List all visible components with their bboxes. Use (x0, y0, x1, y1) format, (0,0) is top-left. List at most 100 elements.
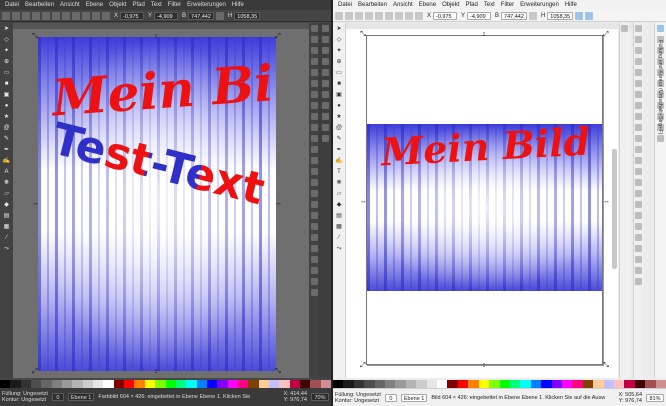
select-all-icon[interactable] (2, 11, 10, 20)
menu-hilfe[interactable]: Hilfe (562, 0, 580, 10)
palette-swatch[interactable] (541, 380, 552, 388)
raise-to-top-icon[interactable] (405, 11, 413, 20)
spray-tool-icon[interactable]: ❋ (2, 179, 11, 187)
print-icon[interactable] (635, 58, 642, 65)
palette-swatch[interactable] (258, 380, 269, 388)
snap-toggle-icon[interactable] (321, 25, 329, 32)
width-field[interactable]: 747,442 (501, 11, 527, 20)
palette-swatch[interactable] (248, 380, 259, 388)
opacity-field[interactable]: 0 (51, 393, 64, 401)
zoom-field[interactable]: 81% (646, 393, 664, 402)
print-icon[interactable] (310, 58, 318, 65)
rectangle-tool-icon[interactable]: ■ (335, 80, 344, 88)
rotate-cw-icon[interactable] (375, 11, 383, 20)
flip-vertical-icon[interactable] (395, 11, 403, 20)
menu-erweiterungen[interactable]: Erweiterungen (184, 0, 229, 10)
lower-icon[interactable] (92, 11, 100, 20)
palette-swatch[interactable] (279, 380, 290, 388)
x-field[interactable]: -0,975 (433, 11, 458, 20)
x-field[interactable]: -0,975 (120, 11, 145, 20)
save-icon[interactable] (310, 47, 318, 54)
align-icon[interactable] (635, 267, 642, 274)
menu-bearbeiten[interactable]: Bearbeiten (355, 0, 390, 10)
layer-selector[interactable]: Ebene 1 (400, 393, 428, 402)
palette-swatch[interactable] (51, 380, 63, 388)
unlink-clone-icon[interactable] (310, 201, 318, 208)
resize-handle-sw[interactable]: ⤢ (32, 368, 38, 375)
copy-icon[interactable] (635, 113, 642, 120)
resize-handle-se[interactable]: ⤡ (275, 368, 281, 375)
menu-ebene[interactable]: Ebene (416, 0, 439, 10)
resize-handle-s[interactable]: ↕ (481, 362, 487, 369)
gradient-tool-icon[interactable]: ▤ (335, 212, 344, 220)
resize-handle-nw[interactable]: ⤡ (32, 33, 38, 40)
zoom-drawing-icon[interactable] (310, 157, 318, 164)
palette-swatch[interactable] (499, 380, 510, 388)
palette-swatch[interactable] (572, 380, 583, 388)
palette-swatch[interactable] (624, 380, 635, 388)
raise-to-top-icon[interactable] (72, 11, 80, 20)
palette-swatch[interactable] (520, 380, 531, 388)
width-field[interactable]: 747,442 (188, 11, 214, 20)
fill-stroke-icon[interactable] (310, 234, 318, 241)
menu-ebene[interactable]: Ebene (83, 0, 106, 10)
zoom-drawing-icon[interactable] (635, 157, 642, 164)
snap-intersections-icon[interactable] (321, 91, 329, 98)
zoom-selection-icon[interactable] (635, 146, 642, 153)
save-icon[interactable] (635, 47, 642, 54)
redo-icon[interactable] (635, 102, 642, 109)
rotate-cw-icon[interactable] (42, 11, 50, 20)
dock-collapse-icon[interactable] (621, 25, 628, 32)
palette-swatch[interactable] (645, 380, 656, 388)
palette-swatch[interactable] (468, 380, 479, 388)
bucket-tool-icon[interactable]: ◆ (2, 201, 11, 209)
duplicate-icon[interactable] (635, 179, 642, 186)
paste-icon[interactable] (635, 135, 642, 142)
scale-stroke-icon[interactable] (575, 11, 584, 20)
palette-swatch[interactable] (206, 380, 218, 388)
palette-swatch[interactable] (268, 380, 280, 388)
palette-swatch[interactable] (561, 380, 573, 388)
palette-swatch[interactable] (405, 380, 417, 388)
canvas[interactable]: Mein Bild ⤡ ↕ ⤢ ↔ ↔ ⤢ ↕ ⤡ (346, 29, 618, 378)
zoom-page-icon[interactable] (635, 168, 642, 175)
group-icon[interactable] (635, 201, 642, 208)
palette-swatch[interactable] (603, 380, 614, 388)
palette-swatch[interactable] (478, 380, 490, 388)
connector-tool-icon[interactable]: ⤳ (335, 245, 344, 253)
resize-handle-ne[interactable]: ⤢ (603, 31, 609, 38)
palette-swatch[interactable] (62, 380, 73, 388)
palette-swatch[interactable] (385, 380, 396, 388)
cut-icon[interactable] (635, 124, 642, 131)
undo-icon[interactable] (635, 91, 642, 98)
palette-swatch[interactable] (551, 380, 562, 388)
measure-tool-icon[interactable]: ▭ (335, 69, 344, 77)
snap-centers-icon[interactable] (321, 113, 329, 120)
tweak-tool-icon[interactable]: ✦ (335, 47, 344, 55)
3d-box-tool-icon[interactable]: ▣ (2, 91, 11, 99)
menu-ansicht[interactable]: Ansicht (57, 0, 83, 10)
palette-swatch[interactable] (582, 380, 594, 388)
open-icon[interactable] (635, 36, 642, 43)
rotate-ccw-icon[interactable] (32, 11, 40, 20)
snap-page-icon[interactable] (321, 124, 329, 131)
measure-tool-icon[interactable]: ▭ (2, 69, 11, 77)
fill-stroke-indicator[interactable]: Füllung: Ungesetzt Kontur: Ungesetzt (2, 391, 48, 403)
zoom-page-icon[interactable] (310, 168, 318, 175)
bucket-tool-icon[interactable]: ◆ (335, 201, 344, 209)
pen-tool-icon[interactable]: ✒ (2, 146, 11, 154)
palette-swatch[interactable] (530, 380, 542, 388)
palette-swatch[interactable] (613, 380, 625, 388)
snap-toggle-icon[interactable] (657, 25, 664, 32)
import-icon[interactable] (310, 69, 318, 76)
y-field[interactable]: -4,909 (467, 11, 492, 20)
flip-vertical-icon[interactable] (62, 11, 70, 20)
select-all-layers-icon[interactable] (345, 11, 353, 20)
rotate-ccw-icon[interactable] (365, 11, 373, 20)
zoom-tool-icon[interactable]: ⊕ (2, 58, 11, 66)
ellipse-tool-icon[interactable]: ● (2, 102, 11, 110)
snap-edges-icon[interactable] (321, 47, 329, 54)
deselect-icon[interactable] (355, 11, 363, 20)
snap-nodes-icon[interactable] (321, 69, 329, 76)
palette-swatch[interactable] (113, 380, 125, 388)
